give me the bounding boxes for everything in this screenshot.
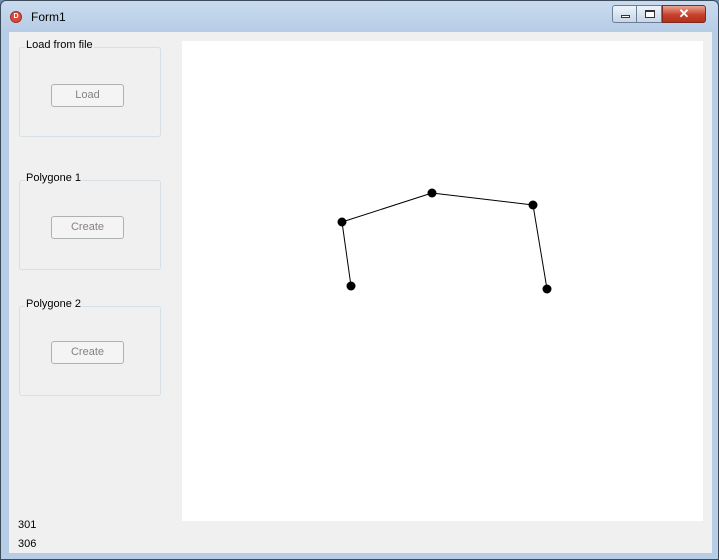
close-button[interactable]: ✕ — [662, 5, 706, 23]
polyline-segment — [431, 192, 534, 206]
polyline-segment — [532, 204, 548, 290]
status-value-1: 301 — [18, 519, 37, 531]
polyline-segment — [341, 221, 352, 287]
minimize-button[interactable] — [612, 5, 637, 23]
polyline-drawing — [337, 188, 552, 294]
app-icon[interactable]: D — [10, 11, 22, 23]
minimize-icon — [621, 15, 630, 18]
load-button[interactable]: Load — [51, 84, 124, 107]
maximize-icon — [645, 10, 655, 18]
polygon-vertex[interactable] — [427, 188, 437, 198]
status-value-2: 306 — [18, 538, 37, 550]
polygon-1-group-title: Polygone 1 — [25, 172, 83, 184]
polyline-segment — [341, 192, 433, 223]
load-group-title: Load from file — [25, 39, 94, 51]
title-bar[interactable]: D Form1 ✕ — [1, 1, 718, 32]
window-title: Form1 — [31, 10, 66, 24]
application-window: D Form1 ✕ Load from file Load Polygone 1… — [0, 0, 719, 560]
form-client-area: Load from file Load Polygone 1 Create Po… — [9, 32, 712, 553]
polygon-1-create-button[interactable]: Create — [51, 216, 124, 239]
maximize-button[interactable] — [637, 5, 662, 23]
polygon-1-group: Polygone 1 Create — [19, 172, 161, 270]
polygon-2-group-title: Polygone 2 — [25, 298, 83, 310]
load-from-file-group: Load from file Load — [19, 39, 161, 137]
drawing-canvas[interactable] — [182, 41, 703, 521]
polygon-vertex[interactable] — [346, 281, 356, 291]
polygon-2-group: Polygone 2 Create — [19, 298, 161, 396]
polygon-vertex[interactable] — [542, 284, 552, 294]
polygon-vertex[interactable] — [528, 200, 538, 210]
polygon-2-create-button[interactable]: Create — [51, 341, 124, 364]
polygon-vertex[interactable] — [337, 217, 347, 227]
close-icon: ✕ — [678, 6, 690, 21]
